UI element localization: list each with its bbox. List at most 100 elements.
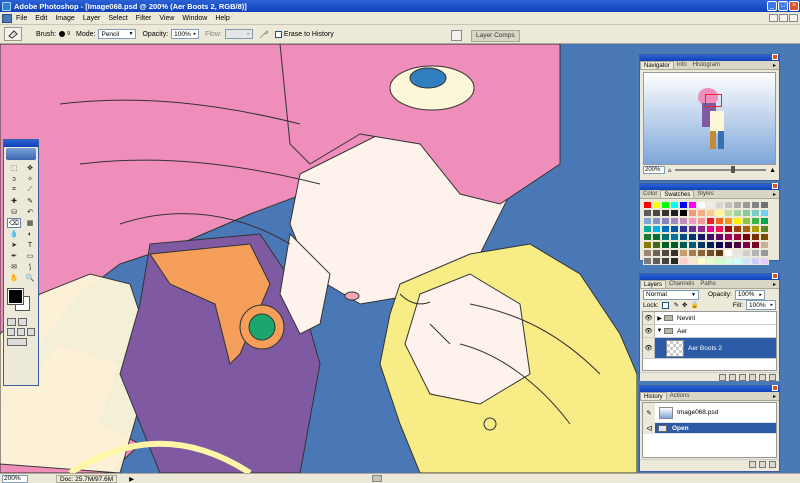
swatch-70[interactable] bbox=[643, 241, 652, 249]
notes-tool[interactable]: ✉ bbox=[7, 262, 21, 272]
tool-preset-picker[interactable] bbox=[4, 27, 22, 41]
swatch-51[interactable] bbox=[724, 225, 733, 233]
tab-styles[interactable]: Styles bbox=[694, 190, 716, 198]
layer-row-neviril[interactable]: 👁 ▶ Neviril bbox=[643, 312, 776, 325]
swatch-10[interactable] bbox=[733, 201, 742, 209]
swatch-8[interactable] bbox=[715, 201, 724, 209]
swatch-24[interactable] bbox=[733, 209, 742, 217]
close-button[interactable]: × bbox=[789, 1, 799, 11]
visibility-eye-icon[interactable]: 👁 bbox=[643, 312, 655, 324]
swatch-17[interactable] bbox=[670, 209, 679, 217]
trash-icon[interactable] bbox=[769, 373, 776, 381]
history-snapshot-row[interactable]: ✎ Image068.psd bbox=[643, 403, 776, 423]
swatch-6[interactable] bbox=[697, 201, 706, 209]
move-tool[interactable]: ✥ bbox=[23, 163, 37, 173]
swatch-54[interactable] bbox=[751, 225, 760, 233]
stamp-tool[interactable]: ⛁ bbox=[7, 207, 21, 217]
tab-actions[interactable]: Actions bbox=[667, 392, 693, 400]
history-titlebar[interactable] bbox=[640, 385, 779, 392]
swatch-13[interactable] bbox=[760, 201, 769, 209]
tab-history[interactable]: History bbox=[640, 392, 667, 400]
horizontal-scrollbar-thumb[interactable] bbox=[372, 475, 382, 482]
swatch-58[interactable] bbox=[661, 233, 670, 241]
standard-mode-icon[interactable] bbox=[7, 318, 16, 326]
lock-transparency-checkbox[interactable] bbox=[661, 301, 669, 309]
swatch-71[interactable] bbox=[652, 241, 661, 249]
adobe-online-icon[interactable] bbox=[6, 148, 36, 160]
swatch-18[interactable] bbox=[679, 209, 688, 217]
swatch-74[interactable] bbox=[679, 241, 688, 249]
swatch-27[interactable] bbox=[760, 209, 769, 217]
swatch-69[interactable] bbox=[760, 233, 769, 241]
new-layer-icon[interactable] bbox=[759, 373, 766, 381]
swatch-106[interactable] bbox=[715, 257, 724, 265]
swatch-99[interactable] bbox=[652, 257, 661, 265]
swatch-53[interactable] bbox=[742, 225, 751, 233]
swatch-15[interactable] bbox=[652, 209, 661, 217]
menu-filter[interactable]: Filter bbox=[136, 15, 152, 22]
swatch-41[interactable] bbox=[760, 217, 769, 225]
new-group-icon[interactable] bbox=[739, 373, 746, 381]
swatch-66[interactable] bbox=[733, 233, 742, 241]
swatch-29[interactable] bbox=[652, 217, 661, 225]
fill-field[interactable]: 100% ▸ bbox=[746, 300, 776, 310]
jump-to-imageready-icon[interactable] bbox=[7, 338, 27, 346]
menu-view[interactable]: View bbox=[159, 15, 174, 22]
collapse-triangle-icon[interactable]: ▼ bbox=[655, 328, 664, 334]
palette-menu-icon[interactable]: ▸ bbox=[773, 393, 779, 400]
swatch-87[interactable] bbox=[670, 249, 679, 257]
swatch-91[interactable] bbox=[706, 249, 715, 257]
visibility-eye-icon[interactable]: 👁 bbox=[643, 325, 655, 337]
hand-tool[interactable]: ✋ bbox=[7, 273, 21, 283]
menu-select[interactable]: Select bbox=[108, 15, 127, 22]
swatch-11[interactable] bbox=[742, 201, 751, 209]
lock-all-icon[interactable]: 🔒 bbox=[690, 301, 698, 309]
menu-file[interactable]: File bbox=[16, 15, 27, 22]
swatch-85[interactable] bbox=[652, 249, 661, 257]
swatch-63[interactable] bbox=[706, 233, 715, 241]
brush-tool[interactable]: ✎ bbox=[23, 196, 37, 206]
layer-style-icon[interactable] bbox=[719, 373, 726, 381]
swatch-33[interactable] bbox=[688, 217, 697, 225]
swatch-23[interactable] bbox=[724, 209, 733, 217]
zoom-slider-thumb[interactable] bbox=[731, 166, 736, 173]
swatch-2[interactable] bbox=[661, 201, 670, 209]
document-icon[interactable] bbox=[2, 13, 12, 23]
swatches-titlebar[interactable] bbox=[640, 183, 779, 190]
swatch-47[interactable] bbox=[688, 225, 697, 233]
marquee-tool[interactable]: ⬚ bbox=[7, 163, 21, 173]
swatch-86[interactable] bbox=[661, 249, 670, 257]
swatch-82[interactable] bbox=[751, 241, 760, 249]
menu-layer[interactable]: Layer bbox=[83, 15, 101, 22]
swatch-35[interactable] bbox=[706, 217, 715, 225]
swatch-20[interactable] bbox=[697, 209, 706, 217]
swatch-93[interactable] bbox=[724, 249, 733, 257]
swatch-21[interactable] bbox=[706, 209, 715, 217]
new-document-icon[interactable] bbox=[749, 460, 756, 468]
swatch-105[interactable] bbox=[706, 257, 715, 265]
swatch-90[interactable] bbox=[697, 249, 706, 257]
swatch-55[interactable] bbox=[760, 225, 769, 233]
visibility-eye-icon[interactable]: 👁 bbox=[643, 338, 655, 358]
photoshop-app-icon[interactable] bbox=[2, 1, 11, 11]
tab-info[interactable]: Info bbox=[674, 61, 690, 69]
swatch-14[interactable] bbox=[643, 209, 652, 217]
close-icon[interactable] bbox=[772, 183, 778, 189]
swatch-100[interactable] bbox=[661, 257, 670, 265]
palette-menu-icon[interactable]: ▸ bbox=[773, 281, 779, 288]
swatch-88[interactable] bbox=[679, 249, 688, 257]
swatch-40[interactable] bbox=[751, 217, 760, 225]
opacity-field[interactable]: 100% ▸ bbox=[171, 29, 200, 39]
blend-mode-dropdown[interactable]: Normal ▼ bbox=[643, 289, 699, 300]
swatch-39[interactable] bbox=[742, 217, 751, 225]
swatch-38[interactable] bbox=[733, 217, 742, 225]
shape-tool[interactable]: ▭ bbox=[23, 251, 37, 261]
swatch-4[interactable] bbox=[679, 201, 688, 209]
menu-image[interactable]: Image bbox=[55, 15, 74, 22]
tab-color[interactable]: Color bbox=[640, 190, 660, 198]
palette-menu-icon[interactable]: ▸ bbox=[773, 191, 779, 198]
swatch-98[interactable] bbox=[643, 257, 652, 265]
eyedropper-tool[interactable]: ⟆ bbox=[23, 262, 37, 272]
swatch-52[interactable] bbox=[733, 225, 742, 233]
trash-icon[interactable] bbox=[769, 460, 776, 468]
